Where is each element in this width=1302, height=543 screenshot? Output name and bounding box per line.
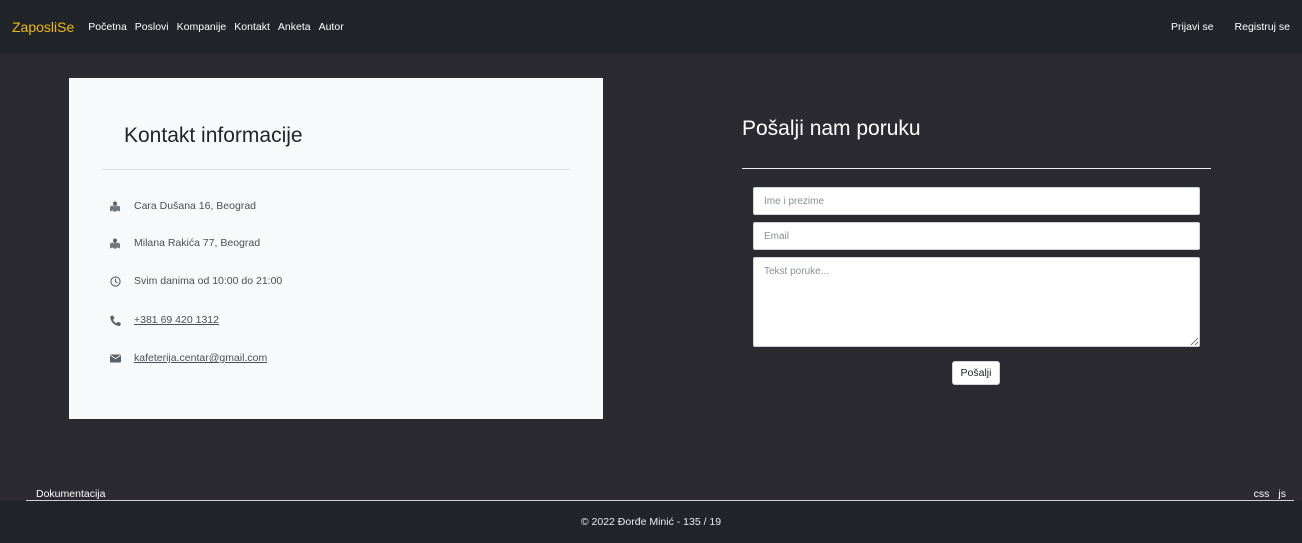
contact-info-title: Kontakt informacije — [124, 124, 303, 147]
name-input[interactable] — [753, 187, 1200, 215]
message-form-divider — [742, 168, 1211, 169]
nav-link-kompanije[interactable]: Kompanije — [177, 21, 227, 33]
nav-link-kontakt[interactable]: Kontakt — [234, 21, 270, 33]
footer-bar: © 2022 Đorđe Minić - 135 / 19 — [0, 501, 1302, 543]
address-text-1: Cara Dušana 16, Beograd — [134, 200, 256, 212]
nav-link-autor[interactable]: Autor — [319, 21, 344, 33]
envelope-icon — [109, 352, 121, 364]
address-item-2: Milana Rakića 77, Beograd — [109, 237, 260, 249]
navbar: ZaposliSe Početna Poslovi Kompanije Kont… — [0, 0, 1302, 54]
message-textarea[interactable] — [753, 257, 1200, 347]
nav-link-anketa[interactable]: Anketa — [278, 21, 311, 33]
documentation-link[interactable]: Dokumentacija — [36, 488, 105, 500]
css-link[interactable]: css — [1254, 488, 1270, 500]
hours-item: Svim danima od 10:00 do 21:00 — [109, 275, 282, 287]
send-button[interactable]: Pošalji — [952, 361, 1000, 385]
phone-link[interactable]: +381 69 420 1312 — [134, 314, 219, 326]
contact-info-divider — [102, 169, 570, 170]
map-location-icon — [109, 200, 121, 212]
email-item: kafeterija.centar@gmail.com — [109, 352, 267, 364]
phone-item: +381 69 420 1312 — [109, 314, 219, 326]
hours-text: Svim danima od 10:00 do 21:00 — [134, 275, 283, 287]
email-link[interactable]: kafeterija.centar@gmail.com — [134, 352, 267, 364]
email-input[interactable] — [753, 222, 1200, 250]
login-link[interactable]: Prijavi se — [1171, 21, 1214, 33]
map-location-icon — [109, 237, 121, 249]
address-text-2: Milana Rakića 77, Beograd — [134, 237, 261, 249]
nav-auth-links: Prijavi se Registruj se — [1171, 21, 1290, 33]
contact-info-card: Kontakt informacije Cara Dušana 16, Beog… — [69, 78, 603, 419]
brand-logo[interactable]: ZaposliSe — [12, 19, 74, 35]
js-link[interactable]: js — [1278, 488, 1286, 500]
register-link[interactable]: Registruj se — [1235, 21, 1290, 33]
nav-link-poslovi[interactable]: Poslovi — [135, 21, 169, 33]
message-form-title: Pošalji nam poruku — [742, 117, 921, 140]
nav-links: Početna Poslovi Kompanije Kontakt Anketa… — [88, 21, 343, 33]
clock-icon — [109, 275, 121, 287]
phone-icon — [109, 314, 121, 326]
nav-link-pocetna[interactable]: Početna — [88, 21, 127, 33]
copyright-text: © 2022 Đorđe Minić - 135 / 19 — [580, 516, 722, 528]
address-item-1: Cara Dušana 16, Beograd — [109, 200, 256, 212]
footer-links: css js — [1254, 488, 1286, 500]
